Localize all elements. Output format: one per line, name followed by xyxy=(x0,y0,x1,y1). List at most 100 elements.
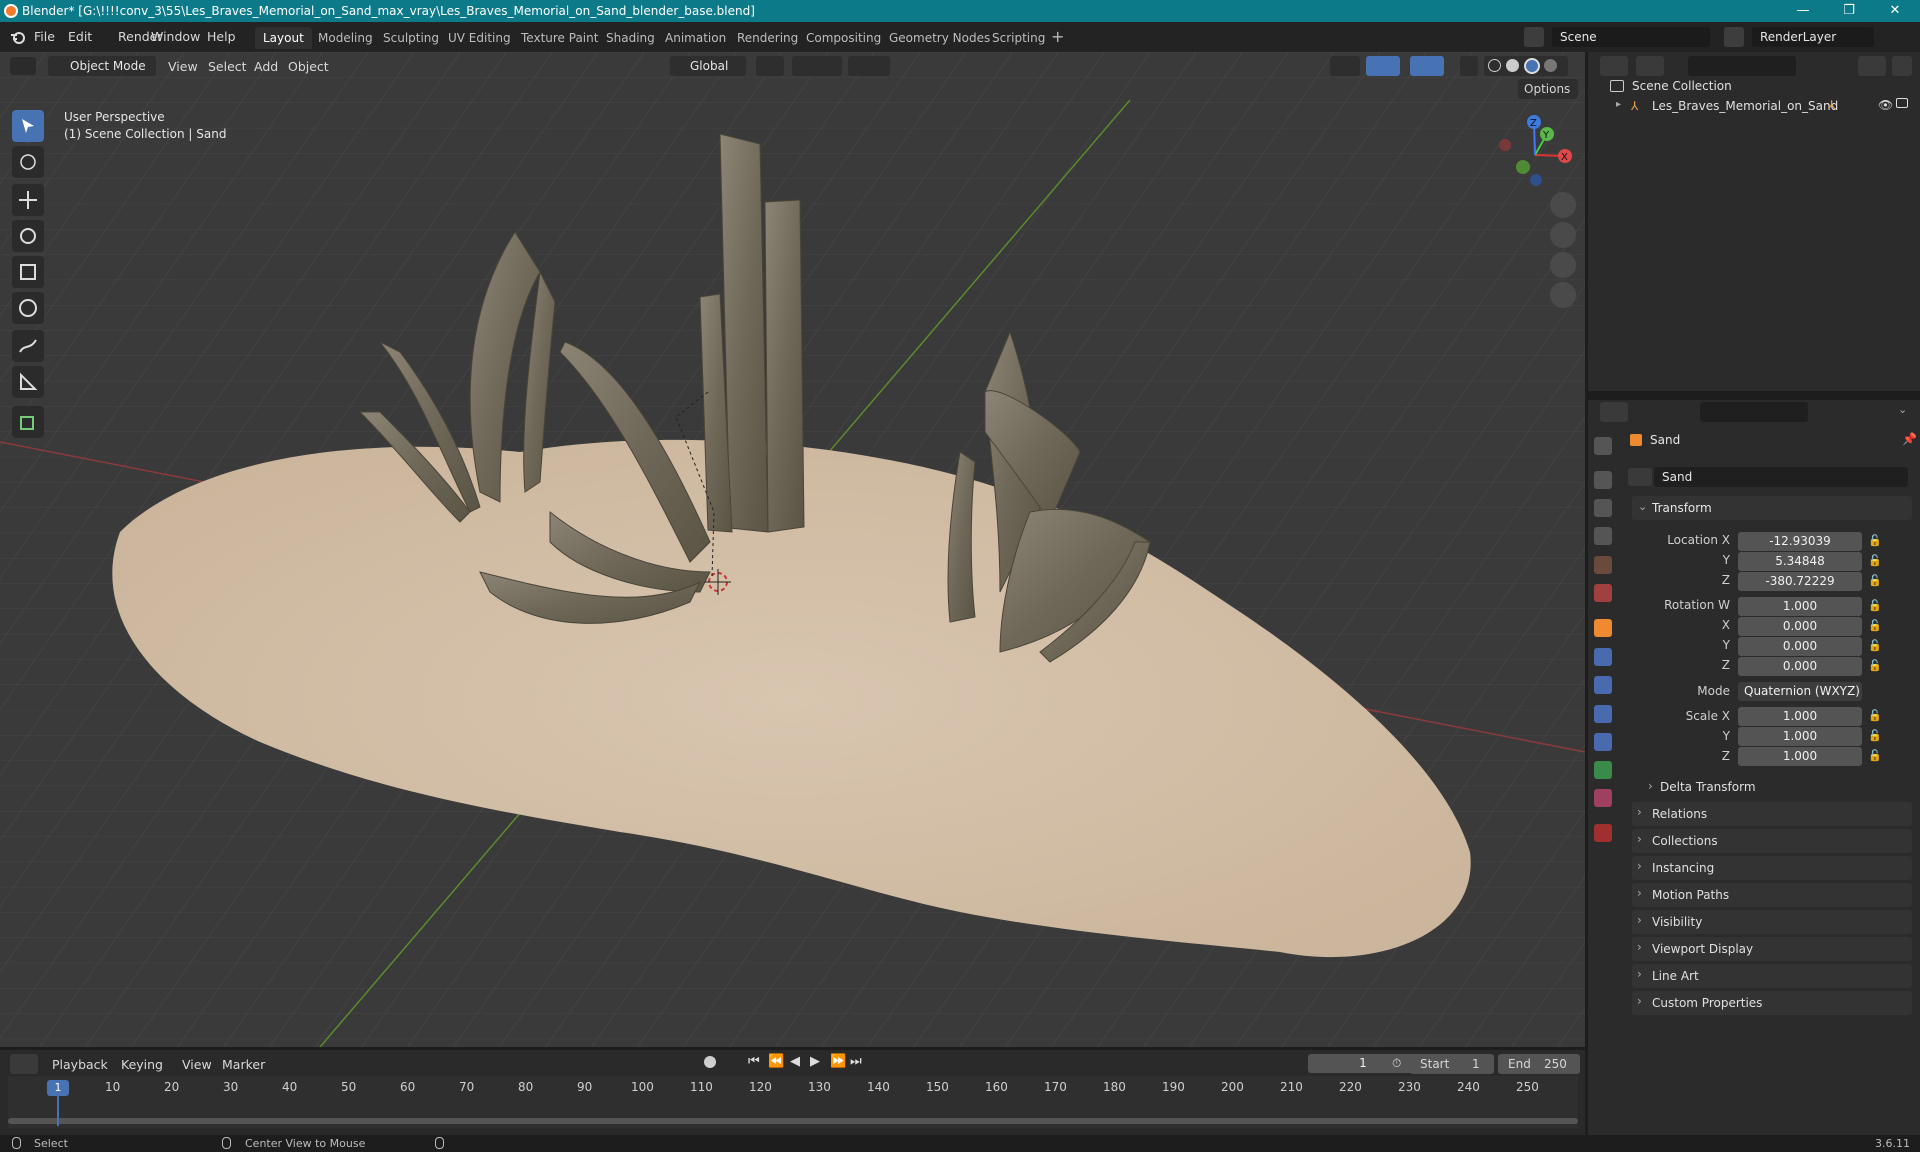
tab-animation[interactable]: Animation xyxy=(657,27,734,49)
scale-x-field[interactable]: 1.000 xyxy=(1738,707,1862,726)
lock-icon[interactable]: 🔓 xyxy=(1868,749,1882,762)
timeline-scrollbar[interactable] xyxy=(8,1118,1578,1124)
properties-editor-icon[interactable] xyxy=(1600,402,1628,422)
render-layer-icon[interactable] xyxy=(1724,27,1744,47)
prev-keyframe-icon[interactable]: ⏪ xyxy=(768,1054,784,1069)
stopwatch-icon[interactable]: ⏱ xyxy=(1392,1056,1401,1071)
tab-shading[interactable]: Shading xyxy=(598,27,663,49)
location-z-field[interactable]: -380.72229 xyxy=(1738,572,1862,591)
scale-y-field[interactable]: 1.000 xyxy=(1738,727,1862,746)
data-tab-icon[interactable] xyxy=(1594,761,1612,779)
scene-name-field[interactable]: Scene xyxy=(1552,27,1710,47)
scene-selector-icon[interactable] xyxy=(1524,27,1544,47)
lock-icon[interactable]: 🔓 xyxy=(1868,599,1882,612)
particles-tab-icon[interactable] xyxy=(1594,676,1612,694)
solid-shading-icon[interactable] xyxy=(1506,59,1519,72)
scene-tab-icon[interactable] xyxy=(1594,556,1612,574)
proportional-edit-icon[interactable] xyxy=(848,56,890,76)
minimize-button[interactable]: — xyxy=(1780,0,1826,22)
timeline-menu-keying[interactable]: Keying xyxy=(121,1057,163,1072)
camera-view-icon[interactable] xyxy=(1550,252,1576,278)
lock-icon[interactable]: 🔓 xyxy=(1868,534,1882,547)
xray-icon[interactable] xyxy=(1460,56,1478,76)
lock-icon[interactable]: 🔓 xyxy=(1868,729,1882,742)
filter-icon[interactable] xyxy=(1858,56,1886,76)
viewport-menu-select[interactable]: Select xyxy=(208,59,247,74)
rendered-shading-icon[interactable] xyxy=(1544,59,1557,72)
tab-sculpting[interactable]: Sculpting xyxy=(375,27,447,49)
maximize-button[interactable]: ❐ xyxy=(1826,0,1872,22)
outliner-search-input[interactable] xyxy=(1688,56,1796,76)
add-workspace-icon[interactable]: + xyxy=(1051,27,1064,46)
zoom-icon[interactable] xyxy=(1550,192,1576,218)
ortho-grid-icon[interactable] xyxy=(1550,282,1576,308)
shading-mode-icons[interactable] xyxy=(1484,56,1568,76)
transform-tool[interactable] xyxy=(12,292,44,324)
rotation-y-field[interactable]: 0.000 xyxy=(1738,637,1862,656)
jump-start-icon[interactable]: ⏮ xyxy=(748,1054,760,1069)
viewport-display-panel[interactable]: › Viewport Display xyxy=(1632,937,1912,961)
location-y-field[interactable]: 5.34848 xyxy=(1738,552,1862,571)
tool-tab-icon[interactable] xyxy=(1594,437,1612,455)
transform-panel-header[interactable]: ⌄ Transform xyxy=(1632,496,1912,520)
tab-uv-editing[interactable]: UV Editing xyxy=(440,27,519,49)
tab-texture-paint[interactable]: Texture Paint xyxy=(513,27,606,49)
3d-viewport[interactable] xyxy=(0,52,1585,1047)
pivot-icon[interactable] xyxy=(756,56,784,76)
rotation-w-field[interactable]: 1.000 xyxy=(1738,597,1862,616)
texture-tab-icon[interactable] xyxy=(1594,824,1612,842)
lock-icon[interactable]: 🔓 xyxy=(1868,709,1882,722)
measure-tool[interactable] xyxy=(12,366,44,398)
jump-end-icon[interactable]: ⏭ xyxy=(850,1054,862,1069)
rotate-tool[interactable] xyxy=(12,220,44,252)
play-icon[interactable]: ▶ xyxy=(810,1054,820,1069)
lock-icon[interactable]: 🔓 xyxy=(1868,554,1882,567)
viewport-menu-object[interactable]: Object xyxy=(288,59,329,74)
constraints-tab-icon[interactable] xyxy=(1594,733,1612,751)
motion-paths-panel[interactable]: › Motion Paths xyxy=(1632,883,1912,907)
relations-panel[interactable]: › Relations xyxy=(1632,802,1912,826)
scale-tool[interactable] xyxy=(12,256,44,288)
outliner-item-les-braves[interactable]: Les_Braves_Memorial_on_Sand xyxy=(1652,99,1838,113)
transform-orientation-dropdown[interactable]: Global xyxy=(670,56,746,76)
close-button[interactable]: ✕ xyxy=(1872,0,1918,22)
timeline-menu-view[interactable]: View xyxy=(182,1057,212,1072)
outliner-display-icon[interactable] xyxy=(1636,56,1664,76)
add-cube-tool[interactable] xyxy=(12,406,44,438)
visibility-panel[interactable]: › Visibility xyxy=(1632,910,1912,934)
viewport-menu-add[interactable]: Add xyxy=(254,59,278,74)
physics-tab-icon[interactable] xyxy=(1594,705,1612,723)
wireframe-shading-icon[interactable] xyxy=(1488,59,1501,72)
object-tab-icon[interactable] xyxy=(1594,619,1612,637)
delta-transform-label[interactable]: Delta Transform xyxy=(1660,780,1756,794)
location-x-field[interactable]: -12.93039 xyxy=(1738,532,1862,551)
blender-menu-icon[interactable] xyxy=(10,29,26,45)
next-keyframe-icon[interactable]: ⏩ xyxy=(830,1054,846,1069)
render-tab-icon[interactable] xyxy=(1594,471,1612,489)
tab-rendering[interactable]: Rendering xyxy=(729,27,806,49)
rotation-mode-dropdown[interactable]: Quaternion (WXYZ) xyxy=(1738,682,1862,701)
modifiers-tab-icon[interactable] xyxy=(1594,648,1612,666)
overlay-toggle-icon[interactable] xyxy=(1410,56,1444,76)
play-reverse-icon[interactable]: ◀ xyxy=(790,1054,800,1069)
timeline-menu-marker[interactable]: Marker xyxy=(222,1057,265,1072)
end-frame-field[interactable]: End 250 xyxy=(1498,1054,1580,1074)
options-dropdown[interactable]: Options xyxy=(1518,79,1578,99)
properties-search-input[interactable] xyxy=(1700,402,1808,422)
start-frame-field[interactable]: Start 1 xyxy=(1410,1054,1494,1074)
pan-hand-icon[interactable] xyxy=(1550,222,1576,248)
tab-geometry-nodes[interactable]: Geometry Nodes xyxy=(881,27,998,49)
eye-icon[interactable]: 👁 xyxy=(1878,98,1893,112)
collections-panel[interactable]: › Collections xyxy=(1632,829,1912,853)
material-tab-icon[interactable] xyxy=(1594,789,1612,807)
viewport-menu-view[interactable]: View xyxy=(168,59,198,74)
timeline-menu-playback[interactable]: Playback xyxy=(52,1057,108,1072)
tab-scripting[interactable]: Scripting xyxy=(984,27,1053,49)
snap-icon[interactable] xyxy=(792,56,842,76)
record-icon[interactable] xyxy=(704,1056,716,1068)
expand-icon[interactable]: ▸ xyxy=(1616,99,1621,110)
output-tab-icon[interactable] xyxy=(1594,499,1612,517)
tab-compositing[interactable]: Compositing xyxy=(798,27,889,49)
rotation-x-field[interactable]: 0.000 xyxy=(1738,617,1862,636)
current-frame-field[interactable]: 1 xyxy=(1308,1054,1418,1073)
